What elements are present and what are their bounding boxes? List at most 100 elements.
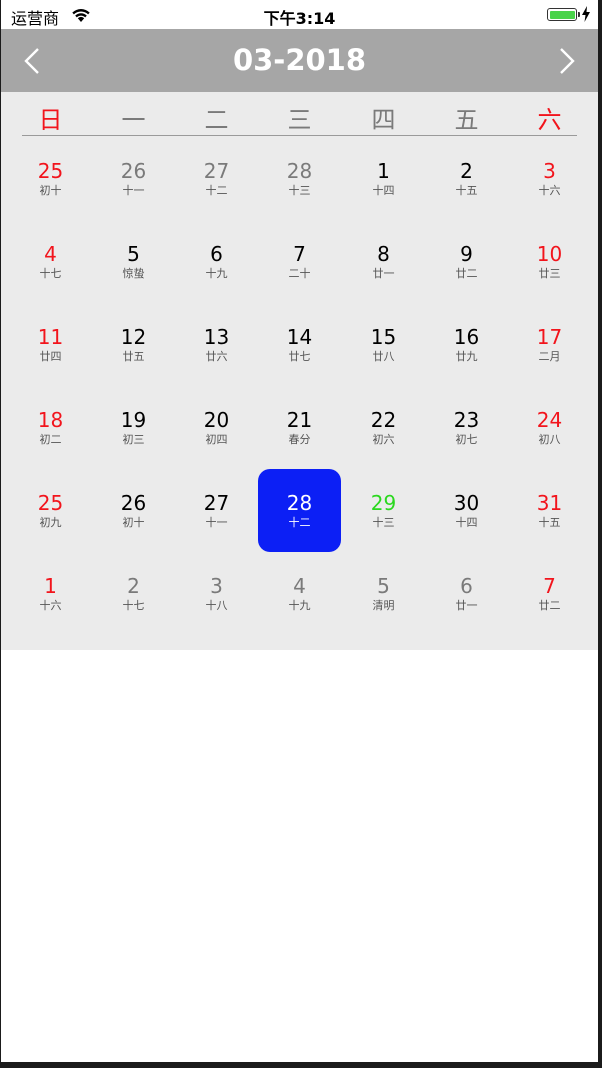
weekday-label: 日	[38, 106, 63, 134]
lunar-date: 初八	[538, 432, 561, 446]
calendar-panel: 日一二三四五六 25 初十 26 十一 27 十二 28 十三 1 十四 2 十五 3 十六 4 十七 5 惊蛰 6…	[1, 92, 598, 650]
lunar-date: 清明	[372, 598, 395, 612]
day-cell[interactable]: 1 十六	[9, 552, 92, 635]
day-cell[interactable]: 3 十八	[175, 552, 258, 635]
lunar-date: 廿一	[455, 598, 478, 612]
day-cell[interactable]: 14 廿七	[258, 303, 341, 386]
lunar-date: 二月	[538, 349, 561, 363]
day-number: 7	[543, 573, 556, 598]
lunar-date: 十九	[288, 598, 311, 612]
lunar-date: 初四	[205, 432, 228, 446]
day-number: 21	[286, 407, 313, 432]
day-cell[interactable]: 18 初二	[9, 386, 92, 469]
day-cell[interactable]: 25 初十	[9, 137, 92, 220]
day-cell[interactable]: 19 初三	[92, 386, 175, 469]
day-number: 6	[210, 241, 223, 266]
lunar-date: 十六	[538, 183, 561, 197]
day-cell[interactable]: 11 廿四	[9, 303, 92, 386]
day-cell[interactable]: 22 初六	[342, 386, 425, 469]
day-number: 2	[127, 573, 140, 598]
next-month-button[interactable]	[550, 45, 584, 77]
day-cell[interactable]: 27 十一	[175, 469, 258, 552]
weekday-label: 三	[287, 106, 312, 134]
lunar-date: 初七	[455, 432, 478, 446]
day-cell[interactable]: 20 初四	[175, 386, 258, 469]
day-number: 1	[377, 158, 390, 183]
lunar-date: 十八	[205, 598, 228, 612]
day-number: 14	[286, 324, 313, 349]
day-cell[interactable]: 10 廿三	[508, 220, 591, 303]
day-cell[interactable]: 31 十五	[508, 469, 591, 552]
lunar-date: 廿八	[372, 349, 395, 363]
day-number: 13	[203, 324, 230, 349]
calendar-grid: 25 初十 26 十一 27 十二 28 十三 1 十四 2 十五 3 十六 4 十七 5 惊蛰 6 十九 7 二十 8 廿一…	[1, 137, 598, 650]
day-cell[interactable]: 12 廿五	[92, 303, 175, 386]
weekday-label: 六	[537, 106, 562, 134]
day-cell[interactable]: 16 廿九	[425, 303, 508, 386]
day-cell[interactable]: 28 十三	[258, 137, 341, 220]
day-cell[interactable]: 29 十三	[342, 469, 425, 552]
lunar-date: 廿一	[372, 266, 395, 280]
lunar-date: 十九	[205, 266, 228, 280]
day-cell[interactable]: 2 十七	[92, 552, 175, 635]
lunar-date: 初三	[122, 432, 145, 446]
day-cell[interactable]: 1 十四	[342, 137, 425, 220]
day-number: 29	[370, 490, 397, 515]
day-cell[interactable]: 7 二十	[258, 220, 341, 303]
weekday-label: 五	[454, 106, 479, 134]
weekday-header: 日一二三四五六	[1, 92, 598, 136]
day-cell[interactable]: 5 清明	[342, 552, 425, 635]
day-cell[interactable]: 6 廿一	[425, 552, 508, 635]
day-cell[interactable]: 7 廿二	[508, 552, 591, 635]
weekday-label: 一	[121, 106, 146, 134]
lunar-date: 廿九	[455, 349, 478, 363]
day-number: 25	[37, 490, 64, 515]
app-screen: 运营商 下午3:14 03-2018 日一二三四五六 25 初十 26 十一 27 十二 2…	[1, 0, 598, 1062]
lunar-date: 初十	[39, 183, 62, 197]
day-cell[interactable]: 8 廿一	[342, 220, 425, 303]
status-bar: 运营商 下午3:14	[1, 0, 598, 29]
day-cell[interactable]: 2 十五	[425, 137, 508, 220]
day-number: 12	[120, 324, 147, 349]
day-cell[interactable]: 25 初九	[9, 469, 92, 552]
day-number: 28	[286, 158, 313, 183]
day-number: 9	[460, 241, 473, 266]
day-number: 18	[37, 407, 64, 432]
day-number: 23	[453, 407, 480, 432]
lunar-date: 廿四	[39, 349, 62, 363]
battery-level	[549, 10, 575, 19]
day-number: 31	[536, 490, 563, 515]
day-cell-selected[interactable]: 28 十二	[258, 469, 341, 552]
nav-bar: 03-2018	[1, 29, 598, 92]
day-cell[interactable]: 30 十四	[425, 469, 508, 552]
day-cell[interactable]: 26 十一	[92, 137, 175, 220]
day-number: 4	[44, 241, 57, 266]
day-cell[interactable]: 17 二月	[508, 303, 591, 386]
day-cell[interactable]: 21 春分	[258, 386, 341, 469]
day-cell[interactable]: 9 廿二	[425, 220, 508, 303]
day-cell[interactable]: 15 廿八	[342, 303, 425, 386]
lunar-date: 十二	[205, 183, 228, 197]
day-cell[interactable]: 4 十七	[9, 220, 92, 303]
day-number: 16	[453, 324, 480, 349]
day-cell[interactable]: 4 十九	[258, 552, 341, 635]
day-cell[interactable]: 24 初八	[508, 386, 591, 469]
status-time: 下午3:14	[263, 9, 336, 28]
day-cell[interactable]: 6 十九	[175, 220, 258, 303]
lunar-date: 廿三	[538, 266, 561, 280]
day-cell[interactable]: 13 廿六	[175, 303, 258, 386]
lunar-date: 十三	[372, 515, 395, 529]
day-number: 8	[377, 241, 390, 266]
day-cell[interactable]: 26 初十	[92, 469, 175, 552]
day-number: 5	[377, 573, 390, 598]
day-number: 30	[453, 490, 480, 515]
day-cell[interactable]: 23 初七	[425, 386, 508, 469]
day-number: 3	[210, 573, 223, 598]
day-number: 2	[460, 158, 473, 183]
day-number: 19	[120, 407, 147, 432]
day-cell[interactable]: 5 惊蛰	[92, 220, 175, 303]
day-number: 17	[536, 324, 563, 349]
day-cell[interactable]: 27 十二	[175, 137, 258, 220]
day-cell[interactable]: 3 十六	[508, 137, 591, 220]
day-number: 7	[293, 241, 306, 266]
